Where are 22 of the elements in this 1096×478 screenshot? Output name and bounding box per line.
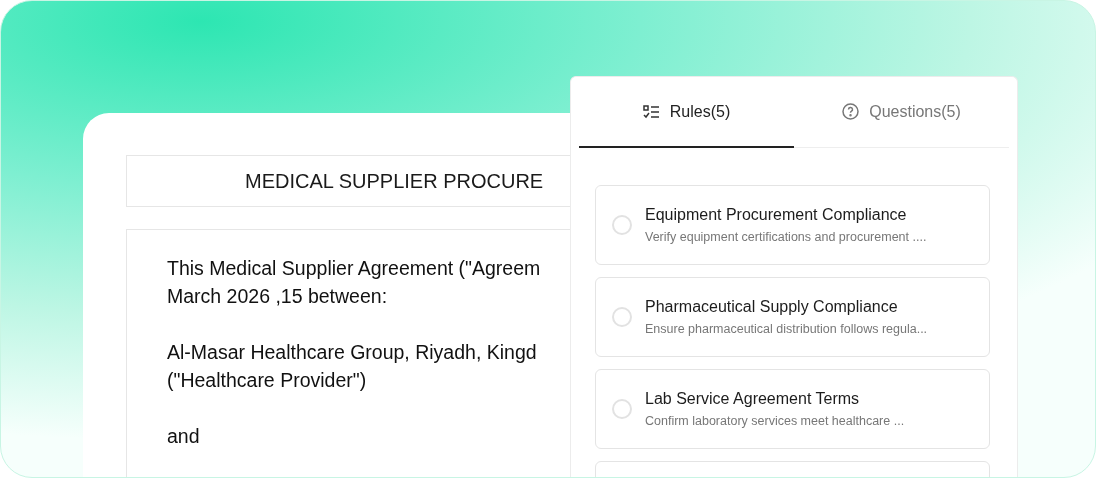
- rule-description: Ensure pharmaceutical distribution follows regula...: [645, 322, 928, 336]
- checklist-icon: [642, 104, 660, 119]
- tab[interactable]: Questions(5): [794, 77, 1009, 148]
- radio-button[interactable]: [612, 399, 632, 419]
- rule-title: Equipment Procurement Compliance: [645, 206, 908, 224]
- rule-card[interactable]: Lab Service Agreement Terms Confirm laboratory services meet healthcare ...: [595, 369, 990, 449]
- radio-button[interactable]: [612, 215, 632, 235]
- radio-button[interactable]: [612, 307, 632, 327]
- rule-title: Pharmaceutical Supply Compliance: [645, 298, 899, 316]
- document-text-line: Al-Masar Healthcare Group, Riyadh, Kingd: [167, 340, 538, 365]
- rule-description: Verify equipment certifications and procurement ....: [645, 230, 927, 244]
- document-title: MEDICAL SUPPLIER PROCURE: [245, 169, 544, 193]
- document-text-line: ("Healthcare Provider"): [167, 368, 368, 393]
- help-icon: [842, 103, 860, 120]
- document-text-line: March 2026 ,15 between:: [167, 284, 389, 309]
- document-text-line: and: [167, 424, 201, 449]
- tab[interactable]: Rules(5): [579, 77, 794, 148]
- rule-card[interactable]: Equipment Procurement Compliance Verify equipment certifications and procurement ....: [595, 185, 990, 265]
- rule-card[interactable]: Pharmaceutical Supply Compliance Ensure pharmaceutical distribution follows regula...: [595, 277, 990, 357]
- document-text-line: This Medical Supplier Agreement ("Agreem: [167, 256, 542, 281]
- rule-title: Lab Service Agreement Terms: [645, 390, 861, 408]
- rule-description: Confirm laboratory services meet healthcare ...: [645, 414, 905, 428]
